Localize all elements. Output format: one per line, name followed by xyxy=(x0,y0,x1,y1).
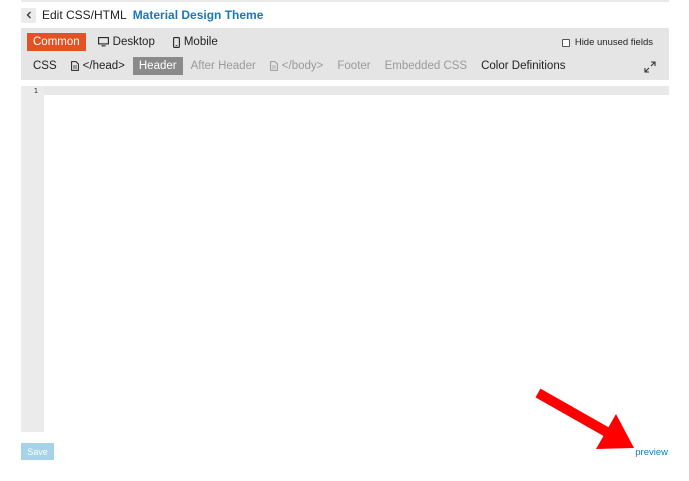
tab-common-label: Common xyxy=(33,36,80,48)
tab-head-close[interactable]: </head> xyxy=(65,57,131,75)
top-divider xyxy=(21,0,669,2)
save-button[interactable]: Save xyxy=(21,443,54,460)
tab-header[interactable]: Header xyxy=(132,57,183,75)
device-tabs: Common Desktop Mobile xyxy=(27,33,224,51)
tab-embedded-css[interactable]: Embedded CSS xyxy=(379,57,473,75)
tab-common[interactable]: Common xyxy=(27,33,86,51)
tab-body-close-label: </body> xyxy=(281,60,324,72)
phone-icon xyxy=(172,36,180,48)
tab-body-close[interactable]: </body> xyxy=(264,57,330,75)
tab-desktop-label: Desktop xyxy=(112,36,155,48)
hide-unused-checkbox[interactable] xyxy=(561,38,570,47)
tab-color-definitions-label: Color Definitions xyxy=(481,60,566,72)
page-title-prefix: Edit CSS/HTML xyxy=(42,8,127,22)
page: Edit CSS/HTML Material Design Theme Comm… xyxy=(0,0,689,481)
tab-color-definitions[interactable]: Color Definitions xyxy=(475,57,571,75)
tab-desktop[interactable]: Desktop xyxy=(92,33,161,51)
chevron-left-icon xyxy=(26,11,31,19)
monitor-icon xyxy=(97,37,109,47)
line-number: 1 xyxy=(33,87,38,95)
theme-name-link[interactable]: Material Design Theme xyxy=(133,8,264,22)
file-icon xyxy=(70,61,79,71)
hide-unused-toggle[interactable]: Hide unused fields xyxy=(561,37,653,48)
file-icon xyxy=(269,61,278,71)
tab-embedded-css-label: Embedded CSS xyxy=(384,60,468,72)
annotation-arrow-icon xyxy=(535,388,634,449)
tab-footer-label: Footer xyxy=(337,60,371,72)
hide-unused-label: Hide unused fields xyxy=(574,37,653,48)
expand-icon[interactable] xyxy=(644,61,656,73)
tab-css[interactable]: CSS xyxy=(27,57,63,75)
tab-footer[interactable]: Footer xyxy=(331,57,376,75)
tab-after-header[interactable]: After Header xyxy=(185,57,262,75)
line-number-gutter: 1 xyxy=(21,86,44,432)
tab-head-close-label: </head> xyxy=(82,60,125,72)
tab-mobile[interactable]: Mobile xyxy=(167,33,224,51)
editor-toolbar: Common Desktop Mobile Hide unused fields… xyxy=(21,28,669,80)
tab-mobile-label: Mobile xyxy=(183,36,218,48)
tab-header-label: Header xyxy=(138,60,177,72)
active-line-highlight[interactable] xyxy=(44,86,669,95)
page-header: Edit CSS/HTML Material Design Theme xyxy=(21,4,263,26)
back-button[interactable] xyxy=(21,7,36,23)
code-editor[interactable]: 1 xyxy=(21,86,669,432)
tab-css-label: CSS xyxy=(33,60,57,72)
section-tabs: CSS </head> Header After Header </body> … xyxy=(27,57,571,75)
tab-after-header-label: After Header xyxy=(190,60,256,72)
